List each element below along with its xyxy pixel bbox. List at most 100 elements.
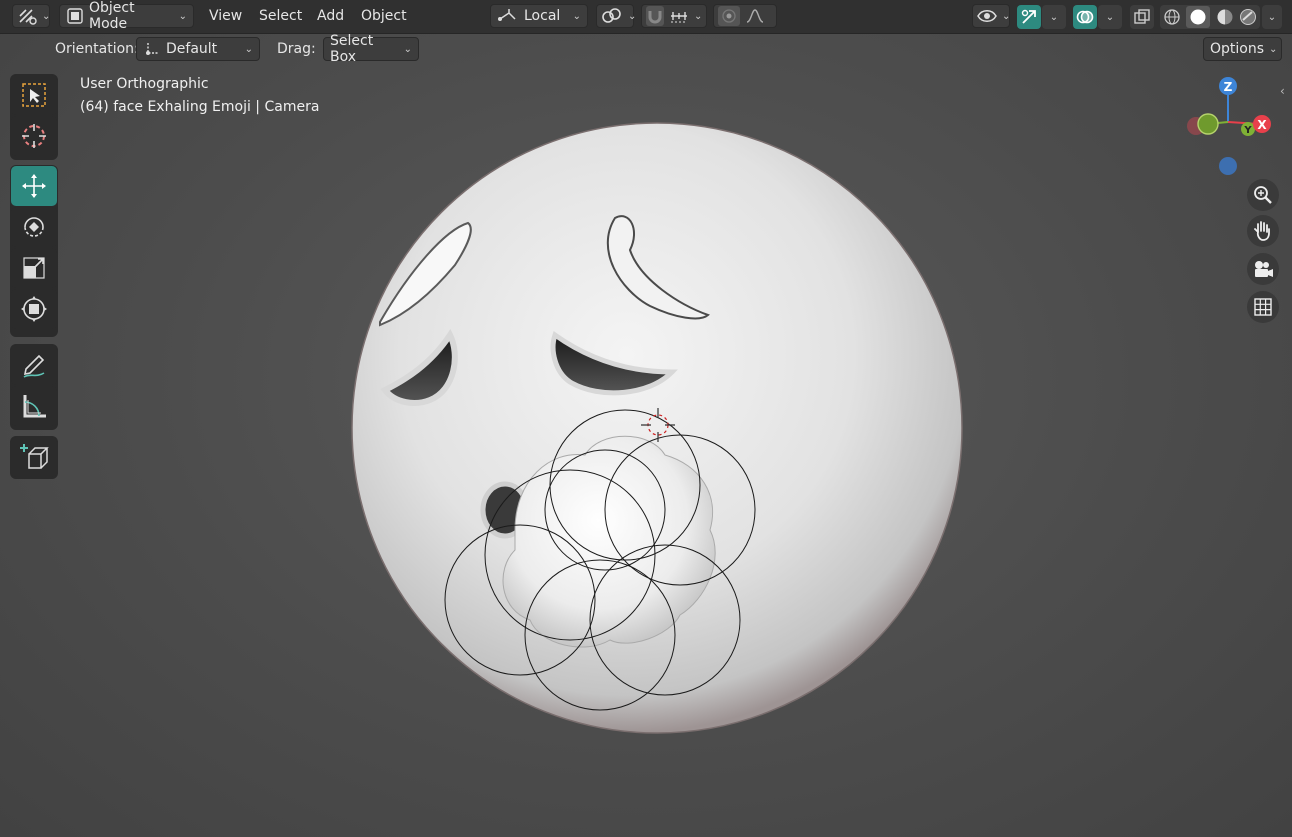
tool-rotate[interactable] [11,207,57,247]
chevron-down-icon: ⌄ [1002,10,1011,22]
ortho-toggle-button[interactable] [1247,291,1279,323]
viewport-header: ⌄ Object Mode ⌄ View Select Add Object L… [0,0,1292,34]
scale-icon [20,254,48,282]
object-mode-icon [66,7,84,25]
mode-dropdown[interactable]: Object Mode ⌄ [59,0,194,32]
axis-y-label: Y [1243,125,1252,136]
transform-space-label: Local [524,8,561,24]
drag-dropdown[interactable]: Select Box ⌄ [323,33,419,65]
select-box-icon [21,82,47,108]
tool-measure[interactable] [11,386,57,426]
zoom-icon [1253,185,1273,205]
gizmo-arrow-icon [1020,8,1038,26]
tool-scale[interactable] [11,248,57,288]
eye-icon [977,8,997,24]
drag-value: Select Box [330,33,374,65]
falloff-curve-icon[interactable] [745,7,765,25]
navigation-gizmo[interactable]: Z Y X [1180,70,1280,180]
orientation-dropdown[interactable]: Default ⌄ [136,37,260,61]
camera-icon [1252,259,1274,279]
face-sphere [351,122,963,734]
shading-dropdown[interactable]: ⌄ [1262,5,1282,29]
menu-add[interactable]: Add [317,4,344,28]
orientation-value: Default [166,41,218,57]
chevron-down-icon: ⌄ [694,10,703,22]
zoom-button[interactable] [1247,179,1279,211]
axis-neg-y-handle[interactable] [1197,113,1219,135]
rotate-icon [20,213,48,241]
ortho-grid-icon [1253,297,1273,317]
xray-toggle[interactable] [1130,5,1154,29]
transform-orientation-dropdown[interactable]: Local ⌄ [490,4,588,28]
mode-label: Object Mode [89,0,135,32]
axis-x-label: X [1257,118,1267,132]
overlay-circles-icon [1076,8,1094,26]
chevron-down-icon: ⌄ [572,10,581,22]
orientation-axes-icon [143,40,161,58]
tool-add-cube[interactable] [11,437,57,477]
proportional-edit-icon[interactable] [718,6,740,26]
tool-annotate[interactable] [11,345,57,385]
camera-view-button[interactable] [1247,253,1279,285]
chevron-down-icon: ⌄ [1267,11,1277,23]
add-cube-icon [19,442,49,472]
menu-object[interactable]: Object [361,4,407,28]
measure-icon [20,392,48,420]
pivot-link-icon [601,7,623,25]
gizmo-toggle[interactable] [1017,5,1041,29]
local-orientation-icon [497,7,519,25]
toolbar-group-select [10,74,58,160]
pivot-point-dropdown[interactable]: ⌄ [596,4,637,28]
chevron-down-icon: ⌄ [42,10,51,22]
object-info: (64) face Exhaling Emoji | Camera [80,99,320,115]
wireframe-shading-icon[interactable] [1163,8,1181,26]
axis-z-label: Z [1224,80,1233,94]
tool-select-box[interactable] [11,75,57,115]
orientation-label: Orientation: [55,41,139,57]
annotate-icon [20,351,48,379]
options-dropdown[interactable]: Options ⌄ [1203,37,1282,61]
chevron-down-icon: ⌄ [403,43,412,55]
options-label: Options [1210,41,1265,57]
tool-settings-bar: Orientation: Default ⌄ Drag: Select Box … [0,33,1292,65]
gizmo-dropdown[interactable]: ⌄ [1042,5,1066,29]
xray-icon [1133,8,1151,26]
menu-view[interactable]: View [209,4,242,28]
move-icon [20,172,48,200]
toolbar-group-annotate [10,344,58,430]
axis-neg-z-handle[interactable] [1219,157,1237,175]
cursor-icon [20,122,48,150]
editor-type-button[interactable]: ⌄ [12,4,50,28]
overlay-toggle[interactable] [1073,5,1097,29]
overlay-dropdown[interactable]: ⌄ [1098,5,1122,29]
magnet-snap-icon[interactable] [646,6,664,26]
snap-increment-icon[interactable] [669,7,689,25]
shading-mode-group [1160,5,1260,29]
transform-gizmo-icon [17,7,37,25]
snap-group[interactable]: ⌄ [641,4,707,28]
chevron-down-icon: ⌄ [1049,11,1059,23]
toolbar-group-add [10,436,58,479]
transform-icon [20,295,48,323]
material-shading-icon[interactable] [1216,8,1234,26]
sidebar-toggle-chevron-icon[interactable]: ‹ [1280,84,1285,98]
chevron-down-icon: ⌄ [628,10,637,22]
rendered-shading-icon[interactable] [1239,8,1257,26]
view-name: User Orthographic [80,76,209,92]
pan-hand-icon [1253,220,1273,242]
chevron-down-icon: ⌄ [1269,43,1278,55]
chevron-down-icon: ⌄ [1105,11,1115,23]
tool-transform[interactable] [11,289,57,329]
emoji-face-model[interactable] [330,110,990,760]
solid-shading-icon[interactable] [1186,6,1211,28]
proportional-group[interactable] [713,4,777,28]
pan-button[interactable] [1247,215,1279,247]
tool-cursor[interactable] [11,116,57,156]
visibility-dropdown[interactable]: ⌄ [972,4,1010,28]
toolbar-group-transform [10,165,58,337]
chevron-down-icon: ⌄ [244,43,253,55]
tool-move[interactable] [11,166,57,206]
menu-select[interactable]: Select [259,4,302,28]
chevron-down-icon: ⌄ [178,10,187,22]
drag-label: Drag: [277,41,316,57]
